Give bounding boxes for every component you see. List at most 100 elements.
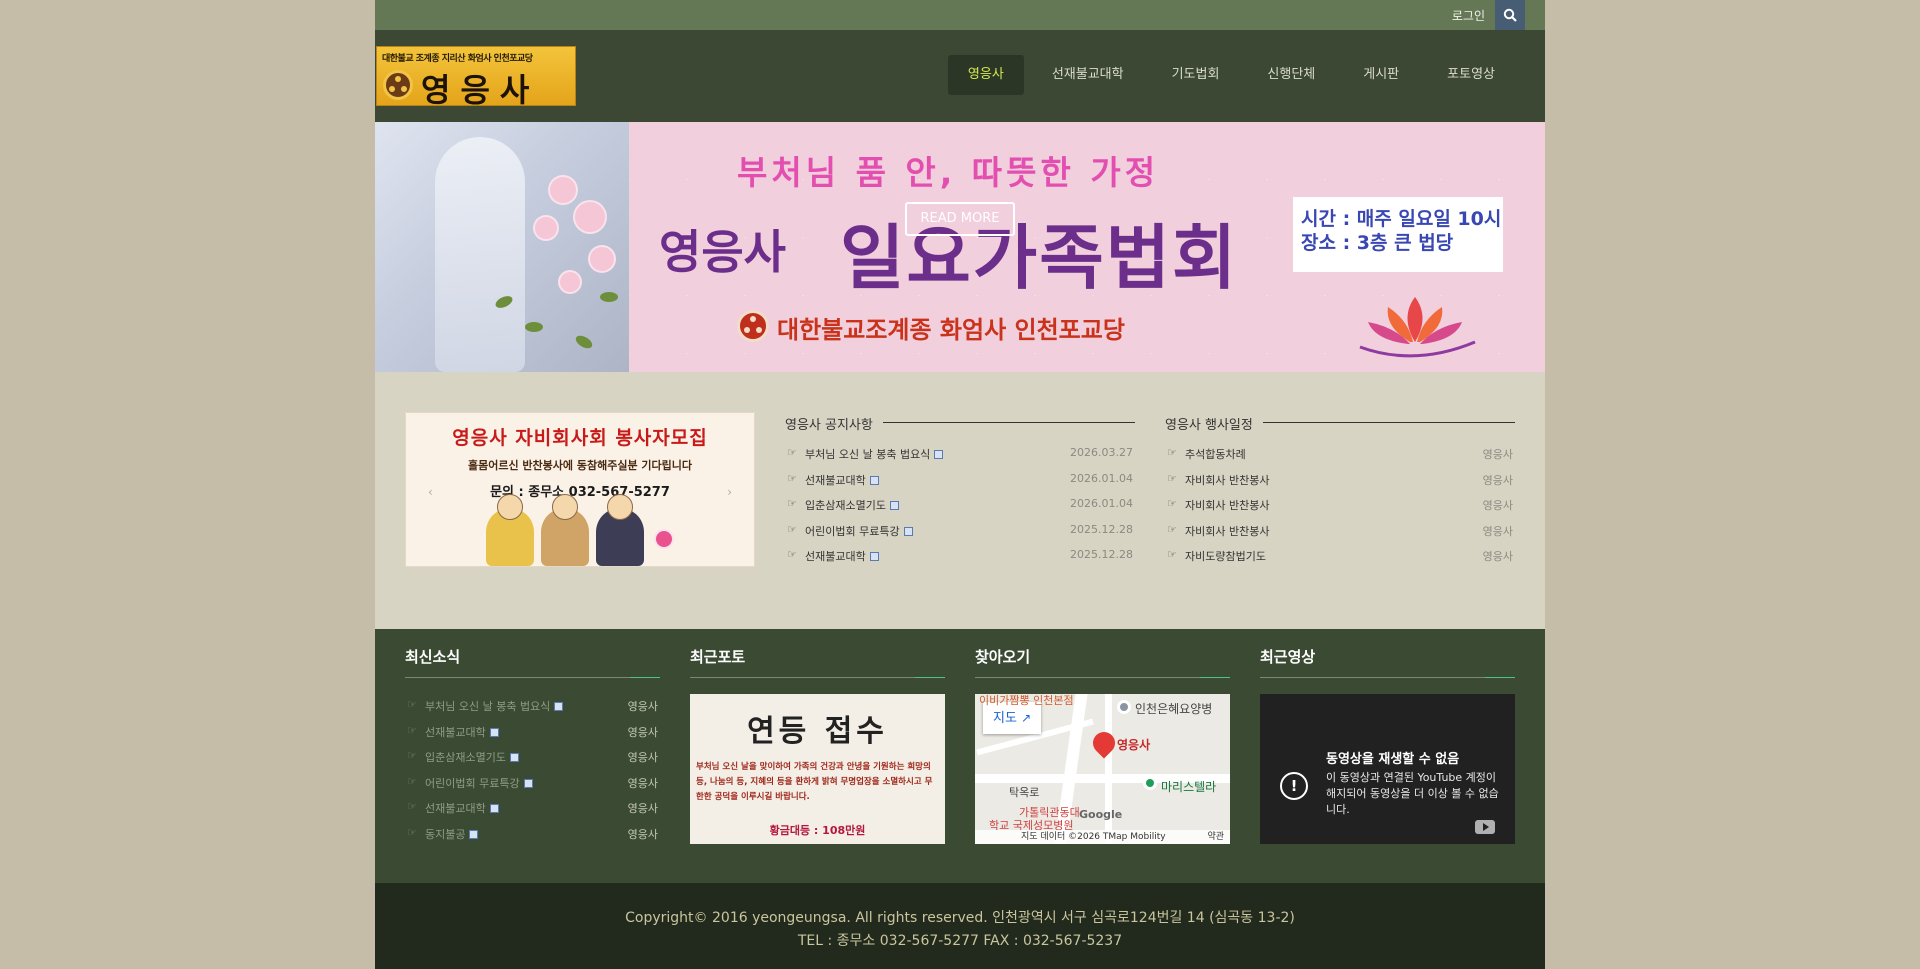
news-widget: 최신소식 ☞ 부처님 오신 날 봉축 법요식 영응사 ☞ 선재불교대학 영응사 ☞ 입춘삼… (405, 647, 660, 847)
list-item[interactable]: ☞ 선재불교대학 2025.12.28 (785, 542, 1135, 568)
photo-heading: 연등 접수 (747, 714, 888, 749)
search-icon (1503, 8, 1517, 22)
list-item[interactable]: ☞ 자비회사 반찬봉사 영응사 (1165, 491, 1515, 517)
video-error-message: 이 동영상과 연결된 YouTube 계정이 해지되어 동영상을 더 이상 볼 … (1326, 771, 1499, 816)
list-item[interactable]: ☞ 선재불교대학 영응사 (405, 720, 660, 746)
banner-info-place: 장소 : 3층 큰 법당 (1301, 232, 1454, 254)
nav-item-board[interactable]: 게시판 (1343, 55, 1419, 95)
attachment-icon (489, 727, 499, 737)
list-item[interactable]: ☞ 선재불교대학 2026.01.04 (785, 466, 1135, 492)
google-logo: Google (1079, 808, 1123, 821)
events-board: 영응사 행사일정 ☞ 추석합동차례 영응사 ☞ 자비회사 반찬봉사 영응사 ☞ 자비회사 … (1165, 412, 1515, 568)
video-widget-title: 최근영상 (1260, 648, 1316, 666)
nav-item-photo-video[interactable]: 포토영상 (1427, 55, 1515, 95)
attachment-icon (554, 702, 564, 711)
main-content: 영응사 자비회사회 봉사자모집 홀몸어르신 반찬봉사에 동참해주실분 기다립니다… (375, 372, 1545, 629)
notice-board: 영응사 공지사항 ☞ 부처님 오신 날 봉축 법요식 2026.03.27 ☞ 선재불… (785, 412, 1135, 568)
pointing-hand-icon: ☞ (407, 698, 417, 711)
banner-info-box: 시간 : 매주 일요일 10시 장소 : 3층 큰 법당 (1293, 197, 1503, 272)
site-logo[interactable]: 대한불교 조계종 지리산 화엄사 인천포교당 영응사 (376, 46, 576, 109)
list-item[interactable]: ☞ 자비회사 반찬봉사 영응사 (1165, 517, 1515, 543)
pointing-hand-icon: ☞ (787, 548, 797, 561)
list-item[interactable]: ☞ 입춘삼재소멸기도 영응사 (405, 745, 660, 771)
video-error-title: 동영상을 재생할 수 없음 (1326, 752, 1460, 767)
page-container: 로그인 대한불교 조계종 지리산 화엄사 인천포교당 영응사 영응사 선재불교대… (375, 0, 1545, 969)
logo-emblem-icon (383, 70, 413, 100)
logo-title: 영응사 (421, 71, 540, 109)
notice-board-title[interactable]: 영응사 공지사항 (785, 414, 883, 433)
location-pin-icon (1088, 727, 1120, 759)
attachment-icon (869, 475, 879, 485)
banner-title-temple: 영응사 (659, 225, 786, 279)
nav-item-university[interactable]: 선재불교대학 (1032, 55, 1144, 95)
volunteer-recruit-slider[interactable]: 영응사 자비회사회 봉사자모집 홀몸어르신 반찬봉사에 동참해주실분 기다립니다… (405, 412, 755, 567)
attachment-icon (934, 450, 944, 459)
pointing-hand-icon: ☞ (787, 471, 797, 485)
banner-headline: 부처님 품 안, 따뜻한 가정 (737, 153, 1160, 192)
directions-widget-title: 찾아오기 (975, 648, 1031, 666)
attachment-icon (469, 829, 479, 839)
nav-item-prayer[interactable]: 기도법회 (1152, 55, 1240, 95)
list-item[interactable]: ☞ 자비회사 반찬봉사 영응사 (1165, 466, 1515, 492)
copyright-text: Copyright© 2016 yeongeungsa. All rights … (625, 910, 1295, 926)
list-item[interactable]: ☞ 입춘삼재소멸기도 2026.01.04 (785, 491, 1135, 517)
pointing-hand-icon: ☞ (407, 825, 417, 839)
slider-next-button[interactable]: › (727, 485, 732, 499)
pointing-hand-icon: ☞ (1167, 471, 1177, 485)
events-board-title[interactable]: 영응사 행사일정 (1165, 414, 1263, 433)
banner-footer-text: 대한불교조계종 화엄사 인천포교당 (777, 316, 1125, 344)
search-button[interactable] (1495, 0, 1525, 30)
list-item[interactable]: ☞ 동지불공 영응사 (405, 822, 660, 848)
monk-illustration (486, 494, 534, 566)
pointing-hand-icon: ☞ (1167, 522, 1177, 536)
directions-widget: 찾아오기 지도 ↗ 이비가짬뽕 인천본점 인천은혜요양병 영응사 마리스텔라 탁… (975, 647, 1230, 844)
map-place-name: 영응사 (1117, 738, 1151, 752)
banner-title-event: 일요가족법회 (840, 217, 1239, 299)
attachment-icon (523, 778, 533, 788)
list-item[interactable]: ☞ 어린이법회 무료특강 영응사 (405, 771, 660, 797)
list-item[interactable]: ☞ 선재불교대학 영응사 (405, 796, 660, 822)
slider-prev-button[interactable]: ‹ (428, 485, 433, 499)
pointing-hand-icon: ☞ (1167, 446, 1177, 459)
map-embed[interactable]: 지도 ↗ 이비가짬뽕 인천본점 인천은혜요양병 영응사 마리스텔라 탁옥로 가톨… (975, 694, 1230, 844)
hotel-marker-icon (1143, 776, 1157, 790)
login-link[interactable]: 로그인 (1452, 7, 1485, 24)
recruit-subtitle: 홀몸어르신 반찬봉사에 동참해주실분 기다립니다 (467, 459, 692, 472)
read-more-button[interactable]: READ MORE (905, 202, 1015, 236)
attachment-icon (869, 552, 879, 561)
contact-text: TEL : 종무소 032-567-5277 FAX : 032-567-523… (797, 933, 1123, 949)
pointing-hand-icon: ☞ (1167, 548, 1177, 561)
pointing-hand-icon: ☞ (1167, 497, 1177, 510)
video-widget: 최근영상 ! 동영상을 재생할 수 없음 이 동영상과 연결된 YouTube … (1260, 647, 1515, 844)
pointing-hand-icon: ☞ (787, 446, 797, 459)
list-item[interactable]: ☞ 추석합동차례 영응사 (1165, 440, 1515, 466)
video-player[interactable]: ! 동영상을 재생할 수 없음 이 동영상과 연결된 YouTube 계정이 해… (1260, 694, 1515, 844)
latest-photo-thumbnail[interactable]: 연등 접수 부처님 오신 날을 맞이하여 가족의 건강과 안녕을 기원하는 희망… (690, 694, 945, 844)
nav-item-groups[interactable]: 신행단체 (1247, 55, 1335, 95)
list-item[interactable]: ☞ 어린이법회 무료특강 2025.12.28 (785, 517, 1135, 543)
main-nav: 영응사 선재불교대학 기도법회 신행단체 게시판 포토영상 (947, 55, 1515, 95)
pointing-hand-icon: ☞ (407, 774, 417, 788)
map-terms-link[interactable]: 약관 (1207, 830, 1224, 844)
recruit-title: 영응사 자비회사회 봉사자모집 (452, 427, 708, 449)
attachment-icon (509, 753, 519, 762)
nav-item-yeongeungsa[interactable]: 영응사 (947, 55, 1024, 95)
banner-info-time: 시간 : 매주 일요일 10시 (1301, 208, 1502, 230)
list-item[interactable]: ☞ 부처님 오신 날 봉축 법요식 2026.03.27 (785, 440, 1135, 466)
logo-subtitle: 대한불교 조계종 지리산 화엄사 인천포교당 (382, 54, 533, 64)
pointing-hand-icon: ☞ (407, 723, 417, 737)
hospital-marker-icon (1117, 700, 1131, 714)
photo-text: 부처님 오신 날을 맞이하여 가족의 건강과 안녕을 기원하는 희망의 등, 나… (696, 762, 933, 802)
order-emblem-icon (737, 310, 769, 342)
list-item[interactable]: ☞ 부처님 오신 날 봉축 법요식 영응사 (405, 694, 660, 720)
youtube-icon[interactable] (1475, 820, 1495, 834)
hero-banner[interactable]: 부처님 품 안, 따뜻한 가정 영응사 일요가족법회 READ MORE 시간 … (375, 122, 1545, 372)
buddha-statue-image (375, 122, 629, 372)
pointing-hand-icon: ☞ (787, 497, 797, 510)
pointing-hand-icon: ☞ (787, 522, 797, 536)
photo-widget-title: 최근포토 (690, 648, 746, 666)
attachment-icon (903, 526, 913, 536)
pointing-hand-icon: ☞ (407, 800, 417, 813)
attachment-icon (489, 804, 499, 813)
list-item[interactable]: ☞ 자비도량참법기도 영응사 (1165, 542, 1515, 568)
